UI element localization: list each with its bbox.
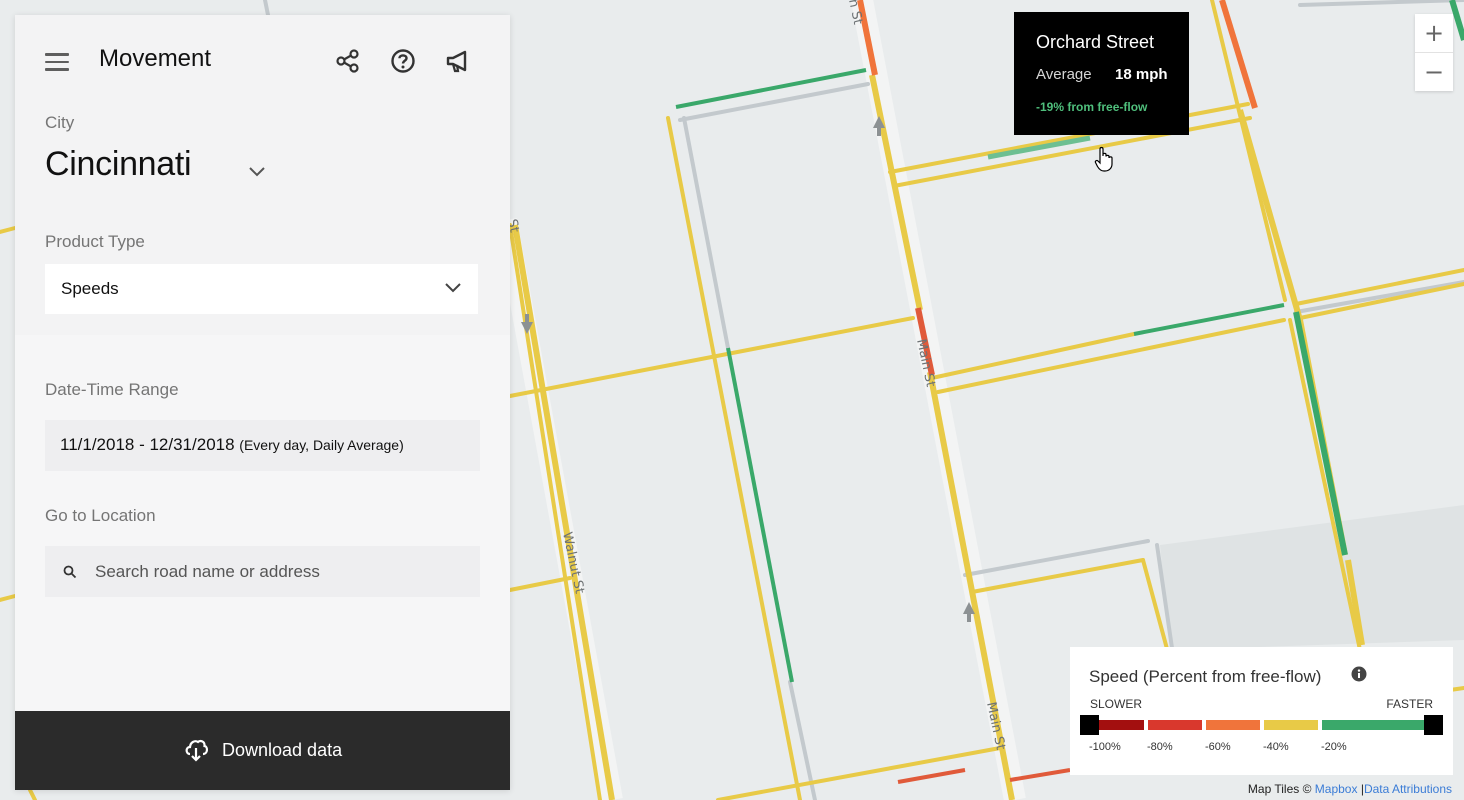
legend-min-handle[interactable] — [1080, 715, 1099, 735]
legend-title: Speed (Percent from free-flow) — [1089, 667, 1322, 686]
city-chevron-down-icon[interactable] — [247, 165, 267, 179]
product-type-value: Speeds — [61, 279, 119, 298]
attribution-prefix: Map Tiles © — [1247, 782, 1315, 796]
legend-tick-label: -60% — [1205, 741, 1231, 753]
cloud-download-icon — [185, 739, 209, 762]
legend-tick-label: -80% — [1147, 741, 1173, 753]
download-data-button[interactable]: Download data — [15, 711, 510, 790]
legend-slower-label: SLOWER — [1090, 697, 1143, 711]
tooltip-freeflow-delta: -19% from free-flow — [1036, 100, 1148, 114]
mapbox-link[interactable]: Mapbox — [1315, 782, 1358, 796]
zoom-out-button[interactable]: − — [1415, 53, 1453, 91]
product-type-label: Product Type — [45, 232, 145, 251]
road-tooltip: Orchard Street Average 18 mph -19% from … — [1014, 12, 1189, 135]
search-icon — [63, 565, 77, 579]
legend-tick-label: -20% — [1321, 741, 1347, 753]
chevron-down-icon — [445, 283, 461, 293]
megaphone-icon[interactable] — [445, 48, 471, 74]
location-search-input[interactable] — [93, 554, 467, 590]
product-type-select[interactable]: Speeds — [45, 264, 478, 314]
legend-color-segment — [1206, 720, 1260, 730]
zoom-in-button[interactable]: + — [1415, 14, 1453, 52]
hand-pointer-cursor-icon — [1094, 146, 1113, 172]
hamburger-menu-icon[interactable] — [45, 53, 69, 71]
legend-color-segment — [1264, 720, 1318, 730]
legend-tick-label: -40% — [1263, 741, 1289, 753]
tooltip-average-label: Average — [1036, 66, 1092, 83]
zoom-controls: + − — [1415, 14, 1453, 91]
data-attributions-link[interactable]: Data Attributions — [1364, 782, 1452, 796]
date-range-note: (Every day, Daily Average) — [239, 437, 404, 453]
app-title: Movement — [99, 45, 212, 72]
legend-tick-label: -100% — [1089, 741, 1121, 753]
legend-max-handle[interactable] — [1424, 715, 1443, 735]
city-selector-value[interactable]: Cincinnati — [45, 145, 192, 184]
legend-color-segment — [1322, 720, 1429, 730]
control-panel: Movement City Cincinnati Product Type Sp… — [15, 15, 510, 790]
speed-legend: Speed (Percent from free-flow) SLOWER FA… — [1070, 647, 1453, 775]
help-icon[interactable] — [390, 48, 416, 74]
tooltip-average-value: 18 mph — [1115, 66, 1168, 83]
map-attribution: Map Tiles © Mapbox |Data Attributions — [1248, 782, 1452, 796]
date-range-field[interactable]: 11/1/2018 - 12/31/2018 (Every day, Daily… — [45, 420, 480, 471]
location-label: Go to Location — [45, 506, 156, 525]
legend-color-segment — [1148, 720, 1202, 730]
legend-faster-label: FASTER — [1386, 697, 1433, 711]
share-icon[interactable] — [335, 48, 361, 74]
city-label: City — [45, 113, 75, 132]
date-range-label: Date-Time Range — [45, 380, 179, 399]
info-icon[interactable] — [1351, 666, 1367, 682]
download-data-label: Download data — [222, 740, 343, 760]
location-search-box — [45, 546, 480, 597]
date-range-value: 11/1/2018 - 12/31/2018 — [60, 435, 235, 454]
tooltip-street-name: Orchard Street — [1036, 32, 1155, 52]
